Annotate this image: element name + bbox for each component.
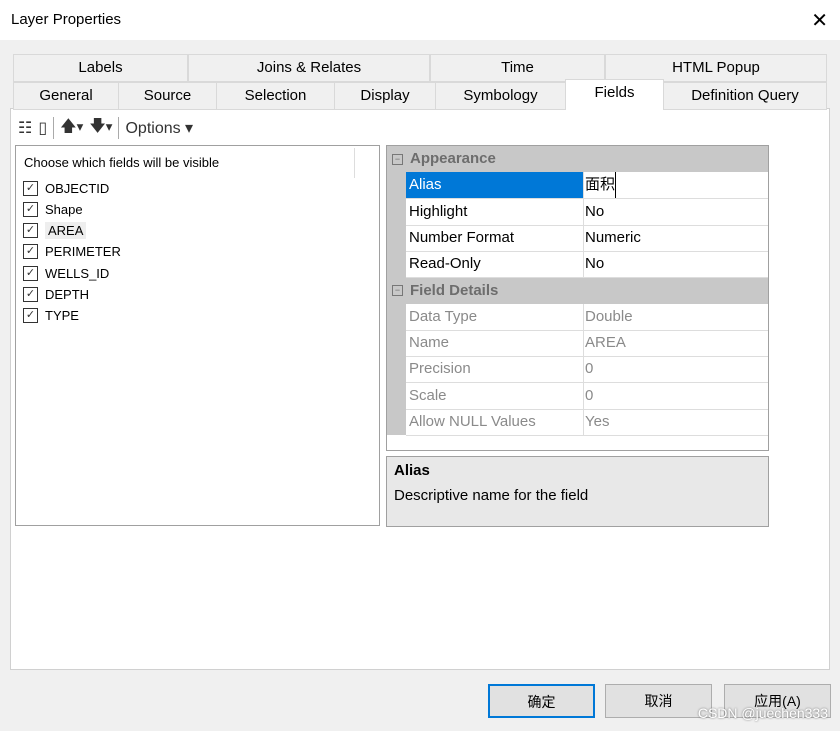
tab-fields[interactable]: Fields (565, 79, 664, 110)
tab-display[interactable]: Display (334, 82, 436, 110)
description-title: Alias (394, 462, 430, 479)
field-name: WELLS_ID (45, 265, 110, 281)
separator (53, 117, 55, 139)
field-item[interactable]: ✓ OBJECTID (23, 178, 109, 198)
watermark: CSDN @juechen333 (697, 705, 828, 721)
property-row[interactable]: Allow NULL Values Yes (406, 409, 768, 436)
property-row[interactable]: Number Format Numeric (406, 224, 768, 252)
property-value[interactable]: 0 (583, 383, 593, 409)
field-item[interactable]: ✓ AREA (23, 221, 87, 241)
property-row[interactable]: Data Type Double (406, 303, 768, 331)
checkbox[interactable]: ✓ (23, 244, 38, 260)
field-name: TYPE (45, 308, 79, 324)
property-row[interactable]: Name AREA (406, 330, 768, 358)
tab-selection[interactable]: Selection (216, 82, 335, 110)
tab-joins-relates[interactable]: Joins & Relates (188, 54, 430, 82)
fields-list: Choose which fields will be visible ✓ OBJ… (15, 145, 380, 526)
tab-time[interactable]: Time (430, 54, 605, 82)
tab-source[interactable]: Source (118, 82, 217, 110)
collapse-icon[interactable]: − (392, 153, 403, 165)
field-item[interactable]: ✓ PERIMETER (23, 242, 121, 262)
separator (118, 117, 120, 139)
checkbox[interactable]: ✓ (23, 201, 38, 217)
list-header: Choose which fields will be visible (24, 155, 220, 170)
property-name: Read-Only (406, 251, 584, 278)
window-title: Layer Properties (11, 11, 122, 28)
property-value[interactable]: AREA (583, 330, 626, 356)
checkbox[interactable]: ✓ (23, 265, 38, 281)
fields-toolbar: ☷ ▯ 🡅▾ 🡇▾ Options ▾ (18, 116, 193, 140)
cancel-button[interactable]: 取消 (605, 684, 712, 718)
field-item[interactable]: ✓ TYPE (23, 306, 79, 326)
field-name: AREA (45, 222, 87, 240)
category-label: Appearance (410, 150, 496, 167)
property-value[interactable]: No (583, 199, 604, 225)
property-name: Scale (406, 382, 584, 409)
property-name: Alias (406, 172, 584, 199)
checkbox[interactable]: ✓ (23, 308, 38, 324)
property-name: Allow NULL Values (406, 409, 584, 435)
description-box: Alias Descriptive name for the field (386, 456, 769, 527)
checkbox[interactable]: ✓ (23, 180, 38, 196)
property-value[interactable]: Numeric (583, 225, 641, 251)
description-text: Descriptive name for the field (394, 487, 589, 504)
field-item[interactable]: ✓ DEPTH (23, 285, 89, 305)
checkbox[interactable]: ✓ (23, 287, 38, 302)
field-item[interactable]: ✓ WELLS_ID (23, 263, 109, 283)
checkbox[interactable]: ✓ (23, 223, 38, 239)
property-name: Highlight (406, 198, 584, 225)
panel-view-icon[interactable]: ▯ (38, 118, 47, 138)
close-icon[interactable]: ✕ (811, 8, 828, 33)
property-value[interactable]: 面积 (583, 172, 617, 199)
property-row[interactable]: Scale 0 (406, 382, 768, 410)
collapse-icon[interactable]: − (392, 285, 403, 297)
property-name: Name (406, 330, 584, 357)
property-value[interactable]: Yes (583, 409, 609, 435)
move-down-icon[interactable]: 🡇▾ (89, 115, 112, 142)
options-label: Options (125, 120, 181, 137)
field-item[interactable]: ✓ Shape (23, 199, 83, 219)
property-row[interactable]: Highlight No (406, 198, 768, 226)
property-name: Data Type (406, 303, 584, 330)
tab-labels[interactable]: Labels (13, 54, 188, 82)
property-value[interactable]: No (583, 251, 604, 277)
tab-html-popup[interactable]: HTML Popup (605, 54, 827, 82)
field-name: OBJECTID (45, 180, 110, 196)
property-row[interactable]: Alias 面积 (406, 172, 768, 200)
field-name: PERIMETER (45, 244, 121, 260)
category-label: Field Details (410, 281, 499, 299)
move-up-icon[interactable]: 🡅▾ (60, 115, 83, 142)
title-bar (0, 0, 840, 40)
property-name: Number Format (406, 224, 584, 251)
property-name: Precision (406, 356, 584, 383)
options-button[interactable]: Options ▾ (125, 118, 193, 138)
tab-symbology[interactable]: Symbology (435, 82, 566, 110)
field-name: DEPTH (45, 287, 90, 302)
list-view-icon[interactable]: ☷ (18, 118, 32, 138)
property-row[interactable]: Precision 0 (406, 356, 768, 384)
property-grid: − Appearance Alias 面积 Highlight No Number Form… (386, 145, 769, 451)
tab-general[interactable]: General (13, 82, 119, 110)
property-row[interactable]: Read-Only No (406, 251, 768, 279)
property-value[interactable]: 0 (583, 356, 593, 382)
property-value[interactable]: Double (583, 304, 633, 330)
category-details[interactable]: − Field Details (387, 277, 768, 304)
tab-definition-query[interactable]: Definition Query (663, 82, 827, 110)
category-appearance[interactable]: − Appearance (387, 146, 768, 172)
field-name: Shape (45, 201, 83, 217)
ok-button[interactable]: 确定 (488, 684, 595, 718)
